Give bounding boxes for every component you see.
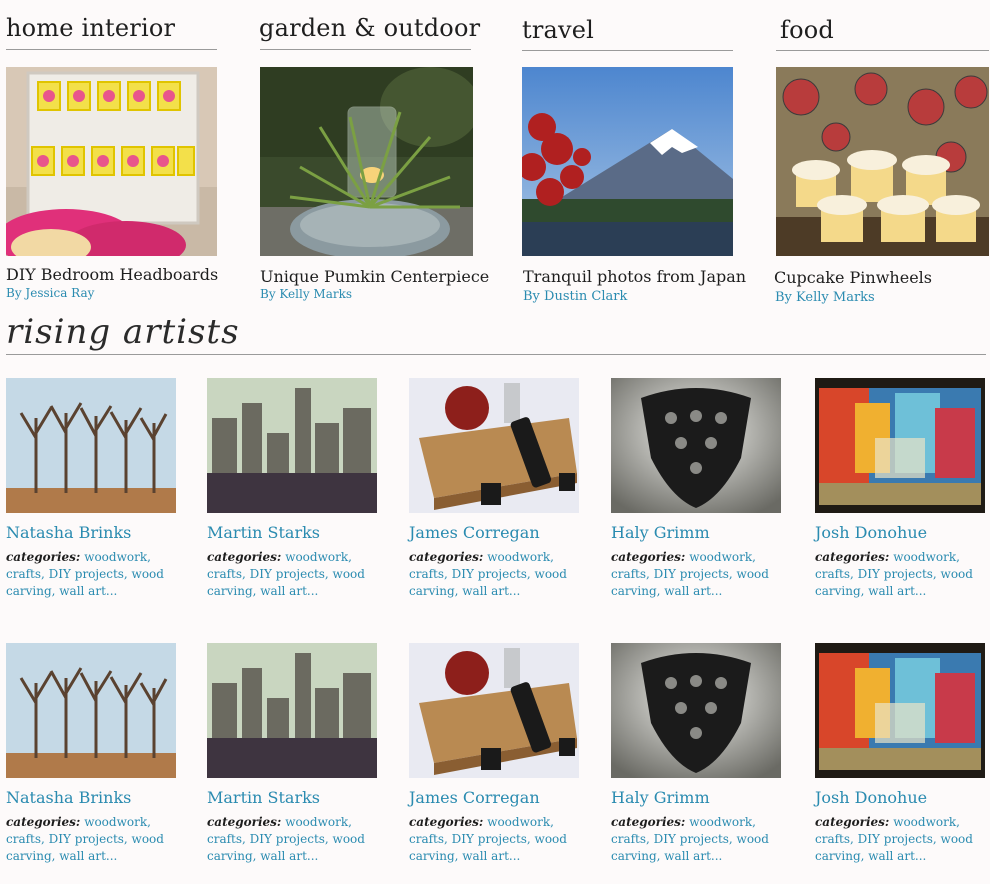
artist-name[interactable]: James Corregan <box>409 523 540 542</box>
category-divider <box>6 49 217 50</box>
category-title[interactable]: home interior <box>6 14 175 42</box>
category-author[interactable]: By Jessica Ray <box>6 286 94 300</box>
artist-name[interactable]: Natasha Brinks <box>6 523 131 542</box>
artist-name[interactable]: Natasha Brinks <box>6 788 131 807</box>
artist-name[interactable]: Haly Grimm <box>611 523 710 542</box>
artist-categories: categories: woodwork, crafts, DIY projec… <box>815 549 990 600</box>
artist-categories: categories: woodwork, crafts, DIY projec… <box>207 549 382 600</box>
category-divider <box>522 50 733 51</box>
pumpkin-centerpiece-photo[interactable] <box>260 67 473 256</box>
city-skyline-photo[interactable] <box>207 643 377 778</box>
artist-categories: categories: woodwork, crafts, DIY projec… <box>409 549 584 600</box>
artist-name[interactable]: Martin Starks <box>207 788 320 807</box>
lace-chandelier-photo[interactable] <box>611 378 781 513</box>
artist-categories: categories: woodwork, crafts, DIY projec… <box>6 549 181 600</box>
categories-label: categories: <box>6 550 81 564</box>
city-skyline-photo[interactable] <box>207 378 377 513</box>
category-caption[interactable]: Tranquil photos from Japan <box>523 267 746 286</box>
cutting-board-photo[interactable] <box>409 378 579 513</box>
category-divider <box>260 49 471 50</box>
headboard-photo[interactable] <box>6 67 217 256</box>
category-title[interactable]: travel <box>522 16 594 44</box>
category-caption[interactable]: DIY Bedroom Headboards <box>6 265 218 284</box>
wooden-trees-photo[interactable] <box>6 643 176 778</box>
category-author[interactable]: By Kelly Marks <box>260 287 352 301</box>
categories-label: categories: <box>409 550 484 564</box>
artist-name[interactable]: James Corregan <box>409 788 540 807</box>
category-title[interactable]: food <box>780 16 834 44</box>
artist-name[interactable]: Haly Grimm <box>611 788 710 807</box>
artist-name[interactable]: Josh Donohue <box>815 523 927 542</box>
section-title: rising artists <box>6 312 240 352</box>
colorful-painting-photo[interactable] <box>815 643 985 778</box>
lace-chandelier-photo[interactable] <box>611 643 781 778</box>
categories-label: categories: <box>815 550 890 564</box>
categories-label: categories: <box>207 815 282 829</box>
artist-name[interactable]: Martin Starks <box>207 523 320 542</box>
wooden-trees-photo[interactable] <box>6 378 176 513</box>
category-caption[interactable]: Unique Pumkin Centerpiece <box>260 267 489 286</box>
artist-categories: categories: woodwork, crafts, DIY projec… <box>207 814 382 865</box>
categories-label: categories: <box>815 815 890 829</box>
categories-label: categories: <box>409 815 484 829</box>
section-divider <box>6 354 986 355</box>
artist-categories: categories: woodwork, crafts, DIY projec… <box>611 549 786 600</box>
categories-label: categories: <box>611 815 686 829</box>
category-title[interactable]: garden & outdoor <box>259 14 480 42</box>
artist-categories: categories: woodwork, crafts, DIY projec… <box>6 814 181 865</box>
categories-label: categories: <box>611 550 686 564</box>
cutting-board-photo[interactable] <box>409 643 579 778</box>
artist-categories: categories: woodwork, crafts, DIY projec… <box>815 814 990 865</box>
mount-fuji-photo[interactable] <box>522 67 733 256</box>
artist-categories: categories: woodwork, crafts, DIY projec… <box>409 814 584 865</box>
artist-name[interactable]: Josh Donohue <box>815 788 927 807</box>
categories-label: categories: <box>6 815 81 829</box>
colorful-painting-photo[interactable] <box>815 378 985 513</box>
category-author[interactable]: By Kelly Marks <box>775 290 875 305</box>
category-caption[interactable]: Cupcake Pinwheels <box>774 268 932 287</box>
category-divider <box>776 50 989 51</box>
artist-categories: categories: woodwork, crafts, DIY projec… <box>611 814 786 865</box>
category-author[interactable]: By Dustin Clark <box>523 289 627 304</box>
cupcake-pinwheels-photo[interactable] <box>776 67 989 256</box>
categories-label: categories: <box>207 550 282 564</box>
